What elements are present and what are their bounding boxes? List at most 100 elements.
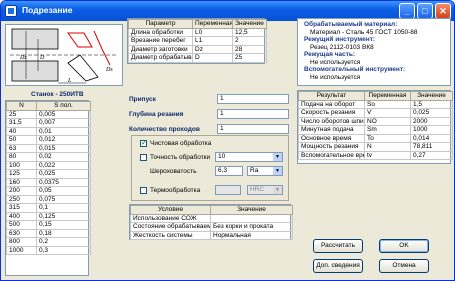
roughness-unit-select[interactable]: Ra ▼ xyxy=(247,166,283,176)
table-cell: 0,01 xyxy=(36,126,91,136)
condition-row[interactable]: Жесткость системы Нормальная xyxy=(130,230,293,240)
table-cell: 0,014 xyxy=(410,133,453,143)
glubina-label: Глубина резания xyxy=(129,111,184,118)
machine-row[interactable]: 80 0,02 xyxy=(6,152,91,162)
close-button[interactable]: ✕ xyxy=(435,3,451,19)
roughness-input[interactable]: 6,3 xyxy=(215,166,243,176)
result-row[interactable]: Мощность резания N 78,811 xyxy=(298,142,453,152)
table-cell: 0,0375 xyxy=(36,177,91,187)
material-value: Материал - Сталь 45 ГОСТ 1050-88 xyxy=(310,28,418,36)
ok-button[interactable]: OK xyxy=(379,239,429,253)
table-cell: Использование СОЖ xyxy=(130,213,211,223)
glubina-input[interactable]: 1 xyxy=(217,109,289,119)
machine-row[interactable]: 25 0,005 xyxy=(6,109,91,119)
column-header[interactable]: N xyxy=(6,101,37,111)
machine-feed-table[interactable]: NS пол. 25 0,005 31,5 0,007 40 0,01 50 0,012 63 0,… xyxy=(5,100,91,276)
chevron-down-icon[interactable]: ▼ xyxy=(273,186,282,194)
tool-value: Резец 2112-0103 ВК8 xyxy=(310,43,374,51)
result-row[interactable]: Минутная подача Sm 1000 xyxy=(298,125,453,135)
material-info: Обрабатываемый материал: Материал - Стал… xyxy=(297,18,451,86)
machine-row[interactable]: 315 0,1 xyxy=(6,203,91,213)
geometry-row[interactable]: Врезание перебег L1 2 xyxy=(128,36,267,46)
table-cell: 630 xyxy=(6,228,37,238)
d-label: D xyxy=(39,55,45,61)
machine-row[interactable]: 500 0,15 xyxy=(6,220,91,230)
machine-row[interactable]: 31,5 0,007 xyxy=(6,118,91,128)
table-header: Условие Значение xyxy=(130,205,293,215)
table-cell: To xyxy=(364,133,411,143)
table-cell: 0,015 xyxy=(36,143,91,153)
column-header[interactable]: Значение xyxy=(210,205,293,215)
column-header[interactable]: Значение xyxy=(232,19,267,29)
machine-row[interactable]: 630 0,18 xyxy=(6,228,91,238)
table-cell: 0,012 xyxy=(36,135,91,145)
table-cell: 0,007 xyxy=(36,118,91,128)
machine-row[interactable]: 400 0,125 xyxy=(6,211,91,221)
heat-unit-select[interactable]: HRC ▼ xyxy=(247,185,283,195)
table-cell: 1,5 xyxy=(410,99,453,109)
geometry-row[interactable]: Длина обработки L0 12,5 xyxy=(128,27,267,37)
prohodov-input[interactable]: 1 xyxy=(217,124,289,134)
machine-row[interactable]: 160 0,0375 xyxy=(6,177,91,187)
maximize-button[interactable]: □ xyxy=(417,3,433,19)
machine-row[interactable]: 250 0,075 xyxy=(6,194,91,204)
table-cell: So xyxy=(364,99,411,109)
table-cell: L1 xyxy=(192,36,233,46)
column-header[interactable]: Переменная xyxy=(364,91,411,101)
machine-row[interactable]: 1000 0,3 xyxy=(6,245,91,255)
table-cell: Жесткость системы xyxy=(130,230,211,240)
table-cell: Диаметр заготовки xyxy=(128,44,193,54)
accuracy-checkbox[interactable] xyxy=(140,154,147,161)
tool-heading: Режущий инструмент: xyxy=(304,36,376,43)
table-cell: 1000 xyxy=(410,125,453,135)
accuracy-value: 10 xyxy=(218,153,226,160)
column-header[interactable]: S пол. xyxy=(36,101,91,111)
chevron-down-icon[interactable]: ▼ xyxy=(273,153,282,161)
column-header[interactable]: Переменная xyxy=(192,19,233,29)
table-cell: 63 xyxy=(6,143,37,153)
table-cell: Основное время xyxy=(298,133,365,143)
machine-row[interactable]: 50 0,012 xyxy=(6,135,91,145)
result-row[interactable]: Вспомогательное времяtv0,27 xyxy=(298,150,453,160)
column-header[interactable]: Условие xyxy=(130,205,211,215)
table-cell: L0 xyxy=(192,27,233,37)
accuracy-select[interactable]: 10 ▼ xyxy=(215,152,283,162)
geometry-row[interactable]: Диаметр заготовки Dz 28 xyxy=(128,44,267,54)
details-button[interactable]: Доп. сведения xyxy=(313,259,363,273)
aux-tool-value: Не используется xyxy=(310,73,361,81)
minimize-button[interactable]: _ xyxy=(399,3,415,19)
table-cell: 0,075 xyxy=(36,194,91,204)
result-row[interactable]: Основное время To 0,014 xyxy=(298,133,453,143)
table-cell: 0,025 xyxy=(36,169,91,179)
app-icon xyxy=(5,5,17,17)
table-cell: 0,1 xyxy=(36,203,91,213)
calculate-button[interactable]: Рассчитать xyxy=(313,239,363,253)
condition-row[interactable]: Использование СОЖ xyxy=(130,213,293,223)
column-header[interactable]: Результат xyxy=(298,91,365,101)
table-cell: 400 xyxy=(6,211,37,221)
geometry-row[interactable]: Диаметр обрабатываемойD25 xyxy=(128,53,267,63)
column-header[interactable]: Значение xyxy=(410,91,453,101)
heat-input[interactable] xyxy=(215,185,241,195)
pripusk-input[interactable]: 1 xyxy=(217,94,289,104)
machine-row[interactable]: 125 0,025 xyxy=(6,169,91,179)
machine-row[interactable]: 40 0,01 xyxy=(6,126,91,136)
machine-title: Станок - 250ИТВ xyxy=(31,91,84,98)
window-title: Подрезание xyxy=(22,5,73,15)
machine-row[interactable]: 63 0,015 xyxy=(6,143,91,153)
finish-checkbox[interactable] xyxy=(140,139,147,147)
result-row[interactable]: Скорость резания V 0,025 xyxy=(298,108,453,118)
cutting-scheme-diagram: Dz D L Ds xyxy=(10,28,118,84)
machine-row[interactable]: 100 0,022 xyxy=(6,160,91,170)
machine-row[interactable]: 800 0,2 xyxy=(6,237,91,247)
cancel-button[interactable]: Отмена xyxy=(379,259,429,273)
column-header[interactable]: Параметр xyxy=(128,19,193,29)
table-cell xyxy=(210,213,293,223)
condition-row[interactable]: Состояние обрабатываемой Без корки и прок… xyxy=(130,222,293,232)
machine-row[interactable]: 200 0,05 xyxy=(6,186,91,196)
table-cell: Врезание перебег xyxy=(128,36,193,46)
chevron-down-icon[interactable]: ▼ xyxy=(273,167,282,175)
heat-checkbox[interactable] xyxy=(140,187,147,194)
result-row[interactable]: Подача на оборот So 1,5 xyxy=(298,99,453,109)
result-row[interactable]: Число оборотов шпинделяNO2000 xyxy=(298,116,453,126)
